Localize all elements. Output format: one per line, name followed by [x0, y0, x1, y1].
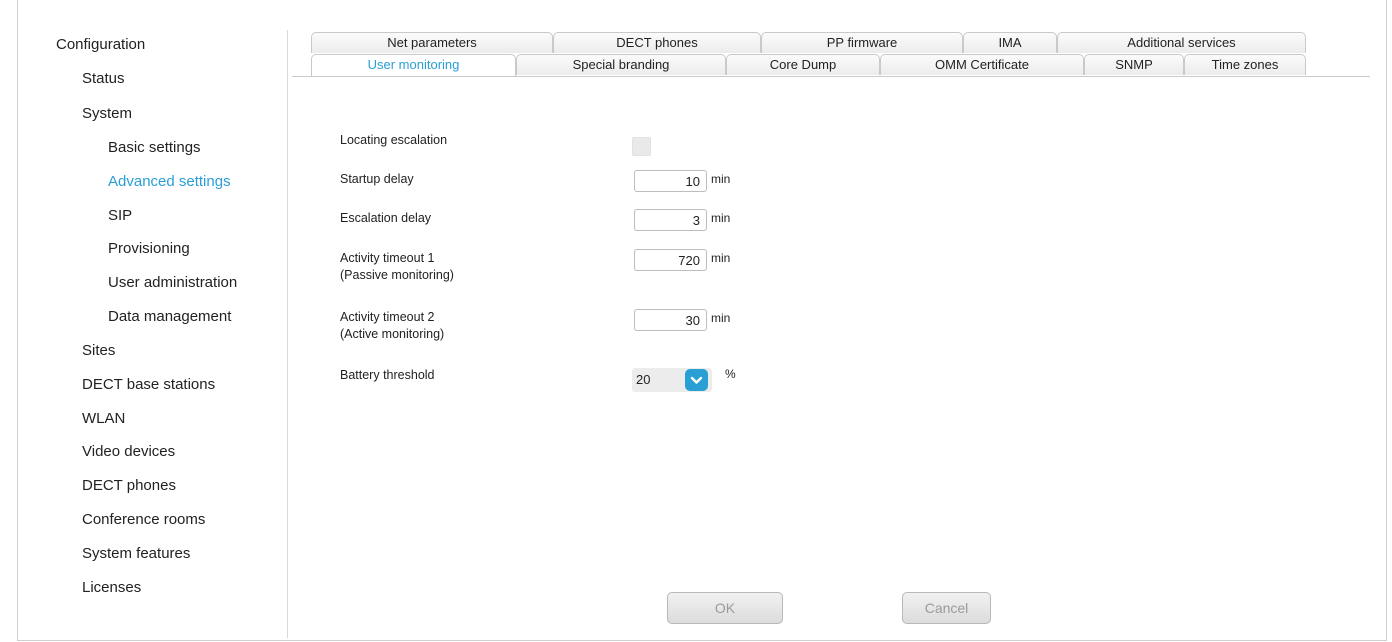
sidebar-item-dect-phones[interactable]: DECT phones	[82, 477, 176, 494]
startup-delay-unit: min	[711, 172, 731, 186]
sidebar-divider	[287, 30, 288, 638]
locating-escalation-checkbox[interactable]	[632, 137, 651, 156]
escalation-delay-label: Escalation delay	[340, 211, 432, 225]
sidebar-item-video-devices[interactable]: Video devices	[82, 443, 175, 460]
startup-delay-input[interactable]	[634, 170, 707, 192]
sidebar-item-system[interactable]: System	[82, 105, 132, 122]
cancel-button[interactable]: Cancel	[902, 592, 991, 624]
tab-additional-services[interactable]: Additional services	[1057, 32, 1306, 53]
tab-special-branding[interactable]: Special branding	[516, 54, 726, 75]
tab-omm-certificate[interactable]: OMM Certificate	[880, 54, 1084, 75]
activity-timeout-2-input[interactable]	[634, 309, 707, 331]
sidebar-item-sites[interactable]: Sites	[82, 342, 115, 359]
sidebar-item-user-administration[interactable]: User administration	[108, 274, 237, 291]
tab-ima[interactable]: IMA	[963, 32, 1057, 53]
tab-user-monitoring[interactable]: User monitoring	[311, 54, 516, 76]
sidebar-item-basic-settings[interactable]: Basic settings	[108, 139, 201, 156]
activity-timeout-2-label: Activity timeout 2	[340, 310, 435, 324]
locating-escalation-label: Locating escalation	[340, 133, 448, 147]
battery-threshold-unit: %	[725, 367, 736, 381]
activity-timeout-1-sublabel: (Passive monitoring)	[340, 268, 454, 282]
sidebar-item-status[interactable]: Status	[82, 70, 125, 87]
startup-delay-label: Startup delay	[340, 172, 414, 186]
activity-timeout-1-unit: min	[711, 251, 731, 265]
sidebar-item-data-management[interactable]: Data management	[108, 308, 231, 325]
sidebar-item-system-features[interactable]: System features	[82, 545, 190, 562]
activity-timeout-1-label: Activity timeout 1	[340, 251, 435, 265]
tab-snmp[interactable]: SNMP	[1084, 54, 1184, 75]
sidebar-item-advanced-settings[interactable]: Advanced settings	[108, 173, 231, 190]
activity-timeout-1-input[interactable]	[634, 249, 707, 271]
chevron-down-icon[interactable]	[685, 369, 708, 391]
ok-button[interactable]: OK	[667, 592, 783, 624]
sidebar-item-licenses[interactable]: Licenses	[82, 579, 141, 596]
escalation-delay-input[interactable]	[634, 209, 707, 231]
tab-time-zones[interactable]: Time zones	[1184, 54, 1306, 75]
tab-baseline	[292, 76, 1370, 77]
tab-dect-phones[interactable]: DECT phones	[553, 32, 761, 53]
sidebar-item-conference-rooms[interactable]: Conference rooms	[82, 511, 205, 528]
activity-timeout-2-unit: min	[711, 311, 731, 325]
sidebar-item-provisioning[interactable]: Provisioning	[108, 240, 190, 257]
battery-threshold-select[interactable]: 20	[632, 368, 712, 392]
sidebar: Configuration Status System Basic settin…	[0, 0, 290, 641]
sidebar-item-sip[interactable]: SIP	[108, 207, 132, 224]
battery-threshold-label: Battery threshold	[340, 368, 435, 382]
tab-pp-firmware[interactable]: PP firmware	[761, 32, 963, 53]
sidebar-item-wlan[interactable]: WLAN	[82, 410, 125, 427]
activity-timeout-2-sublabel: (Active monitoring)	[340, 327, 445, 341]
tab-core-dump[interactable]: Core Dump	[726, 54, 880, 75]
tab-net-parameters[interactable]: Net parameters	[311, 32, 553, 53]
escalation-delay-unit: min	[711, 211, 731, 225]
sidebar-title-configuration[interactable]: Configuration	[56, 36, 145, 53]
sidebar-item-dect-base-stations[interactable]: DECT base stations	[82, 376, 215, 393]
battery-threshold-value: 20	[636, 372, 651, 387]
